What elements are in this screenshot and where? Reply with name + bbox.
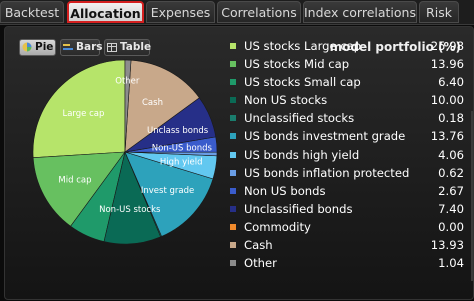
- tab-risk[interactable]: Risk: [419, 1, 459, 23]
- bars-view-button[interactable]: Bars: [60, 39, 103, 56]
- tab-index-correlations[interactable]: Index correlations: [303, 1, 417, 23]
- legend-swatch: [230, 205, 236, 212]
- legend-value: 6.40: [438, 75, 464, 90]
- legend-value: 13.76: [430, 129, 464, 144]
- pie-slice-label: Cash: [142, 98, 163, 108]
- legend-row[interactable]: US stocks Small cap 6.40: [228, 73, 464, 91]
- tab-backtest[interactable]: Backtest: [0, 1, 64, 23]
- legend-value: 4.06: [438, 147, 464, 162]
- legend-row[interactable]: US bonds inflation protected 0.62: [228, 164, 464, 182]
- legend-value: 0.00: [438, 219, 464, 234]
- legend-label: Unclassified bonds: [244, 201, 353, 216]
- legend-swatch: [230, 169, 236, 176]
- legend-swatch: [230, 97, 236, 104]
- pie-chart-icon: [22, 42, 32, 52]
- legend-swatch: [230, 115, 236, 122]
- legend-value: 13.96: [430, 57, 464, 72]
- legend-value: 25.98: [430, 39, 464, 53]
- legend-label: US bonds high yield: [244, 147, 360, 162]
- legend-swatch: [230, 242, 236, 249]
- allocation-pie-chart: Large cap Mid cap Non-US stocks Invest grad…: [32, 59, 218, 245]
- legend-swatch: [230, 260, 236, 267]
- pie-slice-label: High yield: [160, 158, 203, 168]
- pie-slice-label: Invest grade: [141, 186, 194, 196]
- legend-label: US stocks Mid cap: [244, 57, 350, 72]
- legend-label: Non US stocks: [244, 93, 328, 108]
- legend-row[interactable]: US stocks Large cap 25.98: [228, 37, 464, 55]
- table-button-label: Table: [120, 41, 152, 53]
- pie-slice-label: Large cap: [62, 109, 104, 119]
- legend-swatch: [230, 187, 236, 194]
- legend-swatch: [230, 151, 236, 158]
- legend-label: Cash: [244, 238, 273, 253]
- legend-label: US bonds investment grade: [244, 129, 406, 144]
- pie-slice-label: Other: [115, 76, 140, 86]
- pie-slice-label: Non-US stocks: [99, 205, 161, 215]
- legend-label: Unclassified stocks: [244, 111, 355, 126]
- legend-row[interactable]: Cash 13.93: [228, 236, 464, 254]
- legend-row[interactable]: Unclassified stocks 0.18: [228, 109, 464, 127]
- tab-bar: Backtest Allocation Expenses Correlation…: [0, 0, 474, 25]
- legend-value: 13.93: [430, 238, 464, 253]
- legend-row[interactable]: Unclassified bonds 7.40: [228, 200, 464, 218]
- legend-label: US bonds inflation protected: [244, 165, 410, 180]
- legend-swatch: [230, 133, 236, 140]
- legend-value: 7.40: [438, 201, 464, 216]
- legend-swatch: [230, 223, 236, 230]
- legend-row[interactable]: US bonds investment grade 13.76: [228, 127, 464, 145]
- legend-row[interactable]: US bonds high yield 4.06: [228, 146, 464, 164]
- legend-scrollbar[interactable]: [471, 111, 473, 281]
- legend-label: Other: [244, 256, 277, 271]
- legend-value: 10.00: [430, 93, 464, 108]
- pie-view-button[interactable]: Pie: [19, 39, 56, 56]
- legend-value: 0.62: [438, 165, 464, 180]
- legend-label: Commodity: [244, 219, 311, 234]
- table-icon: [107, 42, 117, 52]
- legend-swatch: [230, 79, 236, 86]
- tab-correlations[interactable]: Correlations: [217, 1, 301, 23]
- bar-chart-icon: [63, 43, 73, 50]
- legend-swatch: [230, 61, 236, 68]
- legend-label: Non US bonds: [244, 183, 326, 198]
- legend-value: 1.04: [438, 256, 464, 271]
- table-view-button[interactable]: Table: [104, 39, 152, 56]
- legend-row[interactable]: US stocks Mid cap 13.96: [228, 55, 464, 73]
- legend-row[interactable]: Other 1.04: [228, 254, 464, 272]
- tab-allocation[interactable]: Allocation: [67, 1, 144, 23]
- legend-value: 2.67: [438, 183, 464, 198]
- legend-value: 0.18: [438, 111, 464, 126]
- allocation-legend: US stocks Large cap 25.98 US stocks Mid ca…: [228, 37, 464, 272]
- legend-swatch: [230, 43, 236, 49]
- legend-label: US stocks Large cap: [244, 39, 362, 53]
- legend-row[interactable]: Non US stocks 10.00: [228, 91, 464, 109]
- bars-button-label: Bars: [76, 41, 103, 53]
- legend-row[interactable]: Non US bonds 2.67: [228, 182, 464, 200]
- pie-button-label: Pie: [35, 41, 54, 53]
- legend-row[interactable]: Commodity 0.00: [228, 218, 464, 236]
- legend-label: US stocks Small cap: [244, 75, 361, 90]
- pie-slice-label: Non-US bonds: [152, 143, 213, 153]
- tab-expenses[interactable]: Expenses: [146, 1, 215, 23]
- pie-slice-label: Unclass bonds: [147, 126, 209, 136]
- pie-slice-label: Mid cap: [58, 175, 91, 185]
